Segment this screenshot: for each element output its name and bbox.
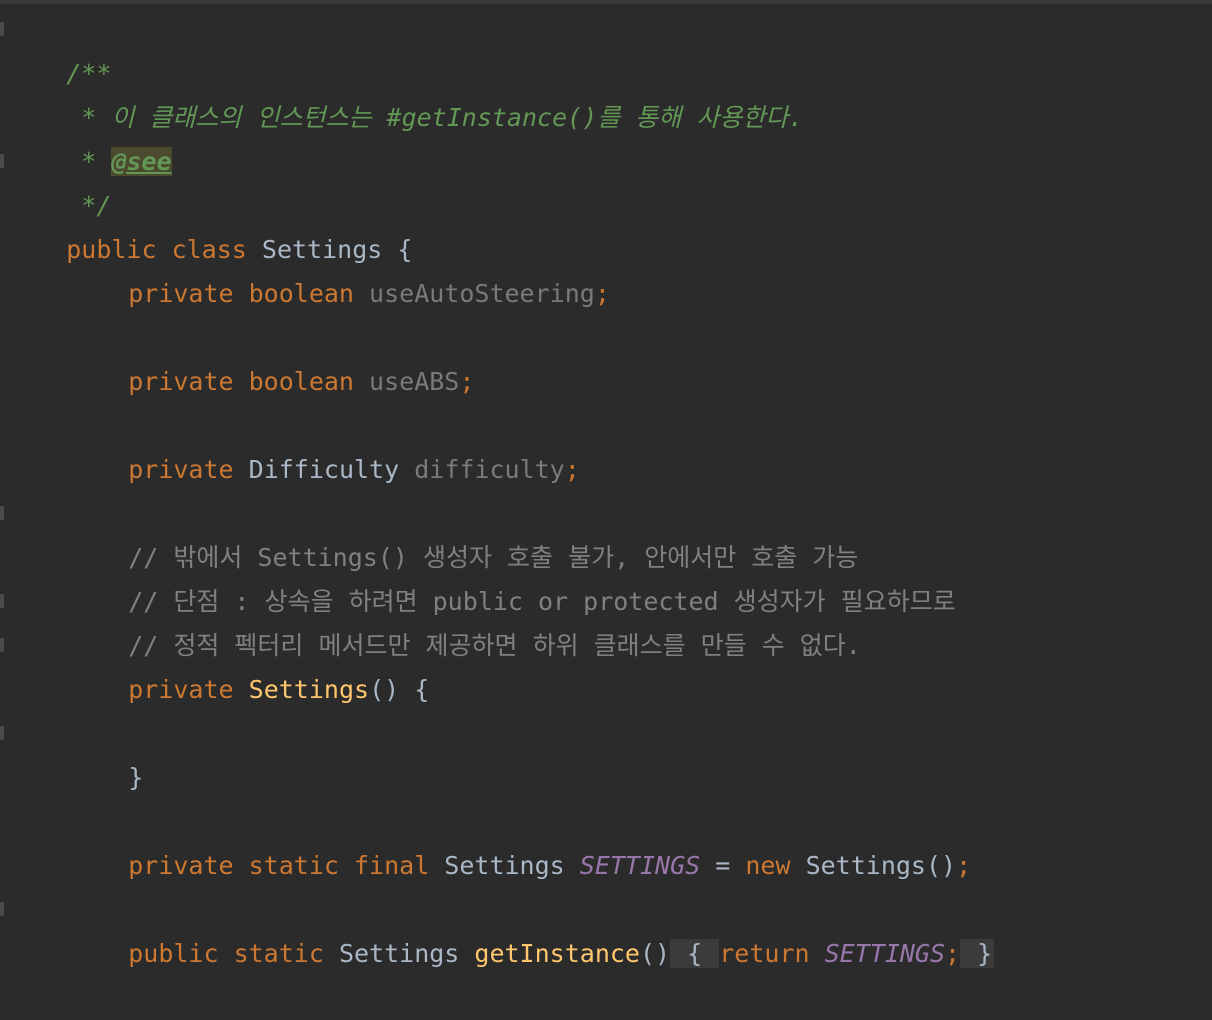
punctuation-token: () { — [369, 675, 430, 704]
code-line-class-declaration[interactable]: public class Settings { — [6, 184, 412, 264]
constructor-name-token: Settings — [248, 675, 370, 704]
code-line-field-auto-steering[interactable]: private boolean useAutoSteering; — [6, 228, 610, 308]
fold-marker-icon[interactable] — [0, 22, 4, 36]
keyword-token: return — [719, 939, 825, 968]
closing-brace-token: } — [128, 763, 144, 792]
keyword-token: private boolean — [128, 367, 370, 396]
code-line-singleton-field[interactable]: private static final Settings SETTINGS =… — [6, 800, 971, 880]
semicolon-token: ; — [594, 279, 610, 308]
code-line-get-instance[interactable]: public static Settings getInstance() { r… — [6, 888, 995, 968]
folded-brace-open[interactable]: { — [670, 939, 720, 968]
code-line-comment-1[interactable]: // 밖에서 Settings() 생성자 호출 불가, 안에서만 호출 가능 — [6, 492, 858, 572]
code-line-field-difficulty[interactable]: private Difficulty difficulty; — [6, 404, 580, 484]
constructor-call-token: Settings() — [805, 851, 957, 880]
semicolon-token: ; — [945, 939, 961, 968]
type-name-token: Difficulty — [248, 455, 415, 484]
semicolon-token: ; — [956, 851, 972, 880]
code-line-comment-3[interactable]: // 정적 펙터리 메서드만 제공하면 하위 클래스를 만들 수 없다. — [6, 580, 861, 660]
folded-brace-close[interactable]: } — [960, 939, 995, 968]
fold-marker-icon[interactable] — [0, 506, 4, 520]
code-line-comment-2[interactable]: // 단점 : 상속을 하려면 public or protected 생성자가… — [6, 536, 956, 616]
code-line-constructor[interactable]: private Settings() { — [6, 624, 429, 704]
fold-marker-icon[interactable] — [0, 154, 4, 168]
keyword-token: private boolean — [128, 279, 370, 308]
semicolon-token: ; — [459, 367, 475, 396]
field-name-token: difficulty — [414, 455, 565, 484]
type-name-token: Settings — [444, 851, 580, 880]
keyword-token: new — [745, 851, 806, 880]
code-editor[interactable]: /** * 이 클래스의 인스턴스는 #getInstance()를 통해 사용… — [0, 0, 1212, 968]
semicolon-token: ; — [564, 455, 580, 484]
method-name-token: getInstance — [474, 939, 640, 968]
code-line-doc-see[interactable]: * @see — [6, 96, 172, 176]
code-line-constructor-close[interactable]: } — [6, 712, 143, 792]
field-name-token: useABS — [369, 367, 460, 396]
code-line-doc-open[interactable]: /** — [6, 8, 111, 88]
fold-marker-icon[interactable] — [0, 638, 4, 652]
constant-token: SETTINGS — [824, 939, 946, 968]
code-line-field-abs[interactable]: private boolean useABS; — [6, 316, 474, 396]
fold-marker-icon[interactable] — [0, 902, 4, 916]
operator-token: = — [700, 851, 746, 880]
doc-comment-token: * 이 클래스의 인스턴스는 #getInstance()를 통해 사용한다. — [66, 103, 804, 132]
keyword-token: private — [128, 675, 249, 704]
field-name-token: useAutoSteering — [369, 279, 595, 308]
code-line-doc-close[interactable]: */ — [6, 140, 111, 220]
fold-marker-icon[interactable] — [0, 594, 4, 608]
fold-marker-icon[interactable] — [0, 726, 4, 740]
type-name-token: Settings — [338, 939, 475, 968]
punctuation-token: () — [639, 939, 671, 968]
code-line-doc-description[interactable]: * 이 클래스의 인스턴스는 #getInstance()를 통해 사용한다. — [6, 52, 803, 132]
constant-token: SETTINGS — [579, 851, 701, 880]
keyword-token: private static final — [128, 851, 445, 880]
doc-see-tag[interactable]: @see — [111, 147, 172, 176]
keyword-token: public static — [128, 939, 339, 968]
keyword-token: private — [128, 455, 249, 484]
